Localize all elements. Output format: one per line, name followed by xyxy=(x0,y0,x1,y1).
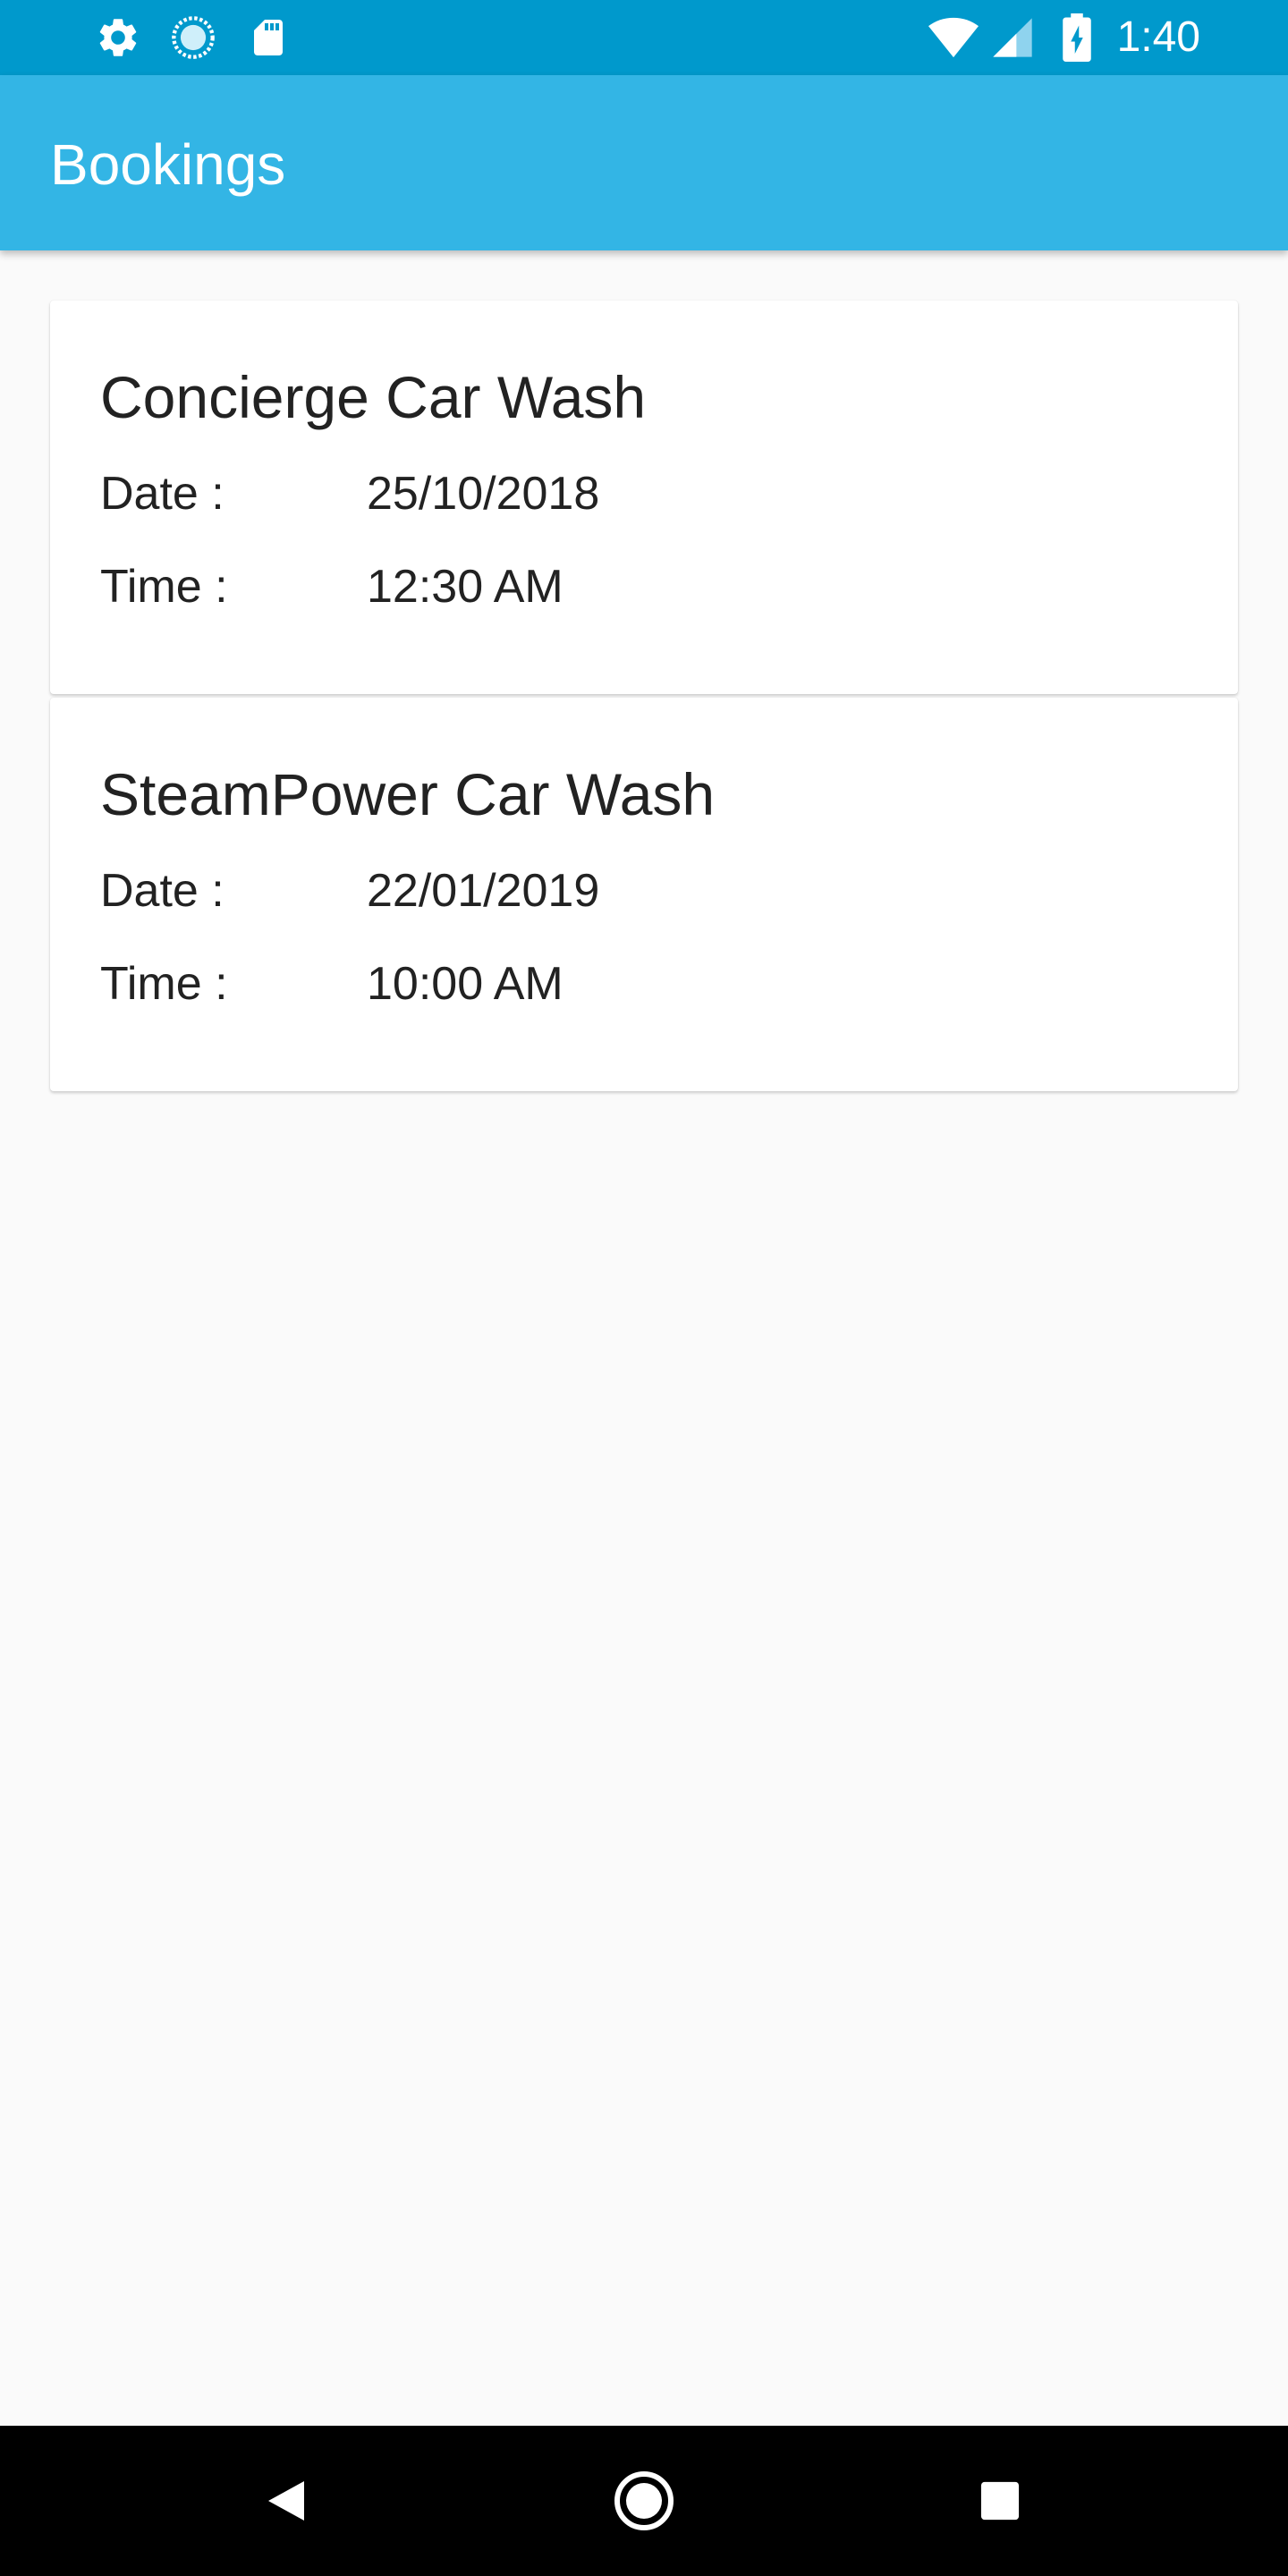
bookings-list: Concierge Car Wash Date : 25/10/2018 Tim… xyxy=(50,301,1238,1095)
battery-icon xyxy=(1052,13,1102,63)
time-label: Time : xyxy=(100,561,228,613)
date-label: Date : xyxy=(100,865,225,917)
date-value: 22/01/2019 xyxy=(367,865,600,917)
page-title: Bookings xyxy=(50,132,286,197)
gear-icon xyxy=(93,13,143,63)
bookings-screen: 1:40 Bookings Concierge Car Wash Date : … xyxy=(0,0,1288,2576)
status-bar: 1:40 xyxy=(0,0,1288,75)
back-icon[interactable] xyxy=(249,2463,324,2538)
wifi-icon xyxy=(928,13,979,63)
booking-title: SteamPower Car Wash xyxy=(100,761,716,827)
status-time: 1:40 xyxy=(1116,13,1200,61)
time-value: 12:30 AM xyxy=(367,561,564,613)
booking-card[interactable]: SteamPower Car Wash Date : 22/01/2019 Ti… xyxy=(50,698,1238,1091)
app-bar: Bookings xyxy=(0,75,1288,250)
date-value: 25/10/2018 xyxy=(367,468,600,520)
booking-title: Concierge Car Wash xyxy=(100,364,647,430)
home-icon[interactable] xyxy=(606,2463,682,2538)
date-label: Date : xyxy=(100,468,225,520)
signal-icon xyxy=(987,13,1038,63)
sync-icon xyxy=(168,13,218,63)
time-label: Time : xyxy=(100,958,228,1010)
booking-card[interactable]: Concierge Car Wash Date : 25/10/2018 Tim… xyxy=(50,301,1238,694)
time-value: 10:00 AM xyxy=(367,958,564,1010)
recents-icon[interactable] xyxy=(962,2463,1038,2538)
navigation-bar xyxy=(0,2426,1288,2576)
sd-card-icon xyxy=(243,13,293,63)
